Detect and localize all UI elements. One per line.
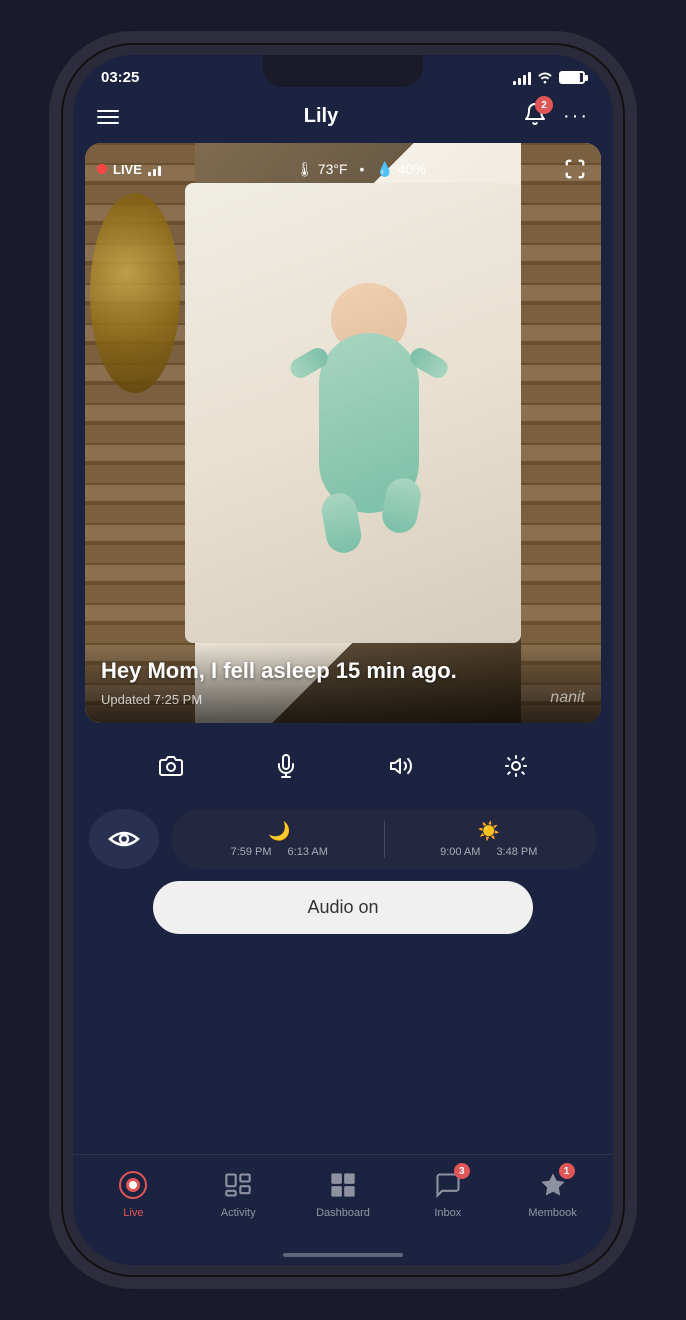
temperature-info: 🌡 73°F (296, 161, 348, 178)
phone-body: 03:25 (63, 45, 623, 1275)
fullscreen-button[interactable] (561, 155, 589, 183)
nav-icon-wrap-inbox: 3 (430, 1167, 466, 1203)
live-label: LIVE (113, 162, 142, 177)
live-nav-icon (118, 1170, 148, 1200)
nav-icon-wrap-live (115, 1167, 151, 1203)
nav-item-live[interactable]: Live (98, 1167, 168, 1219)
nav-label-membook: Membook (528, 1207, 576, 1219)
activity-nav-icon (224, 1171, 252, 1199)
timeline-bar[interactable]: 🌙 7:59 PM 6:13 AM ☀️ 9:00 AM 3:48 PM (171, 809, 597, 869)
camera-icon (159, 754, 183, 778)
controls (73, 723, 613, 809)
camera-button[interactable] (146, 741, 196, 791)
day-end-time: 3:48 PM (496, 846, 537, 858)
crib-right-wall (521, 143, 601, 723)
humidity-value: 40% (398, 161, 426, 177)
dashboard-nav-icon (329, 1171, 357, 1199)
drop-icon: 💧 (376, 161, 393, 178)
battery-icon (559, 71, 585, 84)
night-end-time: 6:13 AM (288, 846, 328, 858)
bell-button[interactable]: 2 (523, 102, 547, 131)
hamburger-button[interactable] (97, 110, 119, 124)
decorative-item (90, 193, 180, 393)
nanit-watermark: nanit (550, 689, 585, 707)
nav-label-activity: Activity (221, 1207, 256, 1219)
night-start-time: 7:59 PM (231, 846, 272, 858)
fullscreen-icon (564, 158, 586, 180)
audio-on-section: Audio on (73, 881, 613, 934)
video-bg: LIVE 🌡 73°F • (85, 143, 601, 723)
video-top-bar: LIVE 🌡 73°F • (97, 155, 589, 183)
notch (263, 55, 423, 87)
light-icon (504, 754, 528, 778)
nav-icon-wrap-activity (220, 1167, 256, 1203)
status-time: 03:25 (101, 69, 139, 86)
wifi-icon (537, 71, 553, 84)
crib-area (85, 143, 601, 723)
nav-item-dashboard[interactable]: Dashboard (308, 1167, 378, 1219)
inbox-badge: 3 (454, 1163, 470, 1179)
weather-info: 🌡 73°F • 💧 40% (296, 161, 426, 178)
speaker-icon (389, 754, 413, 778)
phone-frame: 03:25 (0, 0, 686, 1320)
eye-button[interactable] (89, 809, 159, 869)
eye-icon (107, 829, 141, 849)
video-bottom-overlay: Hey Mom, I fell asleep 15 min ago. Updat… (85, 641, 601, 723)
temperature-value: 73°F (318, 161, 348, 177)
status-right (513, 71, 585, 85)
nav-icon-wrap-membook: 1 (535, 1167, 571, 1203)
day-start-time: 9:00 AM (440, 846, 480, 858)
video-signal-icon (148, 162, 161, 176)
speaker-button[interactable] (376, 741, 426, 791)
nav-label-dashboard: Dashboard (316, 1207, 370, 1219)
mic-button[interactable] (261, 741, 311, 791)
updated-time: Updated 7:25 PM (101, 692, 585, 707)
nav-item-inbox[interactable]: 3 Inbox (413, 1167, 483, 1219)
baby (289, 273, 449, 553)
live-indicator: LIVE (97, 162, 161, 177)
sleep-message: Hey Mom, I fell asleep 15 min ago. (101, 657, 585, 686)
crib-mattress (185, 183, 521, 643)
page-title: Lily (304, 105, 338, 128)
bell-badge: 2 (535, 96, 553, 114)
home-indicator (283, 1253, 403, 1257)
membook-badge: 1 (559, 1163, 575, 1179)
header: Lily 2 ··· (73, 94, 613, 143)
live-dot (97, 164, 107, 174)
moon-icon: 🌙 (268, 821, 290, 842)
mic-icon (274, 754, 298, 778)
nav-label-inbox: Inbox (434, 1207, 461, 1219)
thermometer-icon: 🌡 (296, 161, 314, 178)
nav-icon-wrap-dashboard (325, 1167, 361, 1203)
timeline-night: 🌙 7:59 PM 6:13 AM (175, 821, 385, 858)
timeline-section: 🌙 7:59 PM 6:13 AM ☀️ 9:00 AM 3:48 PM (73, 809, 613, 869)
signal-icon (513, 71, 531, 85)
nav-item-membook[interactable]: 1 Membook (518, 1167, 588, 1219)
audio-on-button[interactable]: Audio on (153, 881, 533, 934)
separator: • (360, 161, 365, 177)
screen: 03:25 (73, 55, 613, 1265)
header-right: 2 ··· (523, 102, 589, 131)
timeline-day: ☀️ 9:00 AM 3:48 PM (385, 821, 594, 858)
light-button[interactable] (491, 741, 541, 791)
bottom-nav: Live Activity (73, 1154, 613, 1249)
more-button[interactable]: ··· (563, 105, 589, 128)
video-container: LIVE 🌡 73°F • (85, 143, 601, 723)
nav-item-activity[interactable]: Activity (203, 1167, 273, 1219)
nav-label-live: Live (123, 1207, 143, 1219)
humidity-info: 💧 40% (376, 161, 425, 178)
sun-icon: ☀️ (478, 821, 500, 842)
